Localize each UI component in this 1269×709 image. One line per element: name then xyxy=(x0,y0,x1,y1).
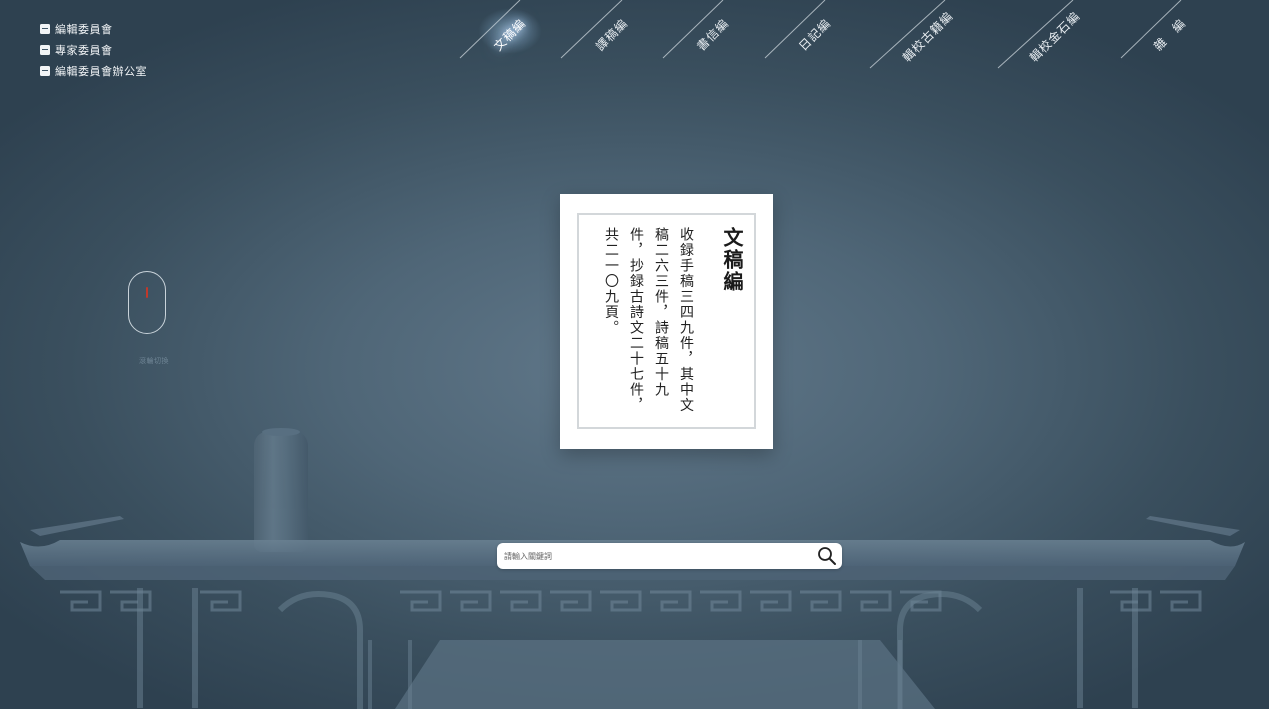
book-icon xyxy=(40,65,50,76)
side-links: 編輯委員會 專家委員會 編輯委員會辦公室 xyxy=(40,18,147,81)
card-content: 文稿編 收録手稿三四九件，其中文稿二六三件，詩稿五十九件，抄録古詩文二十七件，共… xyxy=(579,215,754,427)
search-icon[interactable] xyxy=(816,545,838,567)
mouse-wheel-indicator xyxy=(146,287,148,298)
mouse-scroll-icon xyxy=(128,271,166,334)
book-icon xyxy=(40,23,50,34)
side-link-label: 專家委員會 xyxy=(55,43,113,57)
nav-dividers xyxy=(459,0,1182,69)
card-description: 收録手稿三四九件，其中文稿二六三件，詩稿五十九件，抄録古詩文二十七件，共二一〇九… xyxy=(603,227,694,413)
nav-tab-shuxin[interactable]: 書信編 xyxy=(693,15,733,55)
search-bar xyxy=(497,543,842,569)
scroll-hint-text: 滾輪切換 xyxy=(139,357,169,365)
nav-tab-zabian[interactable]: 雜 編 xyxy=(1150,15,1190,55)
side-link-editorial-office[interactable]: 編輯委員會辦公室 xyxy=(40,60,147,81)
section-card: 文稿編 收録手稿三四九件，其中文稿二六三件，詩稿五十九件，抄録古詩文二十七件，共… xyxy=(560,194,773,449)
search-input[interactable] xyxy=(497,543,816,569)
card-frame: 文稿編 收録手稿三四九件，其中文稿二六三件，詩稿五十九件，抄録古詩文二十七件，共… xyxy=(577,213,756,429)
side-link-label: 編輯委員會 xyxy=(55,22,113,36)
nav-tab-yigao[interactable]: 譯稿編 xyxy=(592,15,632,55)
nav-tab-riji[interactable]: 日記編 xyxy=(795,15,835,55)
nav-tab-jijiao-jinshi[interactable]: 輯校金石編 xyxy=(1026,8,1084,66)
book-icon xyxy=(40,44,50,55)
side-link-editorial-committee[interactable]: 編輯委員會 xyxy=(40,18,147,39)
side-link-label: 編輯委員會辦公室 xyxy=(55,64,147,78)
nav-tab-jijiao-guji[interactable]: 輯校古籍編 xyxy=(899,8,957,66)
table-decoration xyxy=(20,516,1245,709)
side-link-expert-committee[interactable]: 專家委員會 xyxy=(40,39,147,60)
card-title: 文稿編 xyxy=(720,227,744,293)
